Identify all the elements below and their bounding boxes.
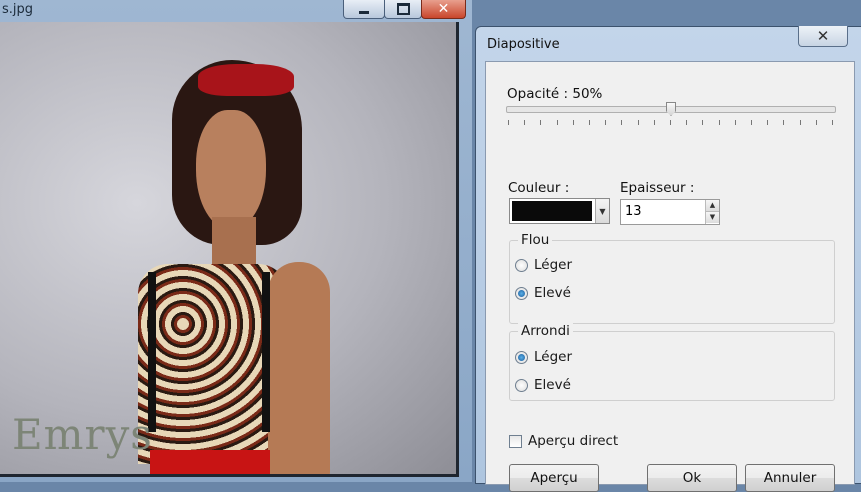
slider-tick [572, 120, 574, 125]
arrondi-group-title: Arrondi [518, 323, 573, 339]
dialog-title: Diapositive [487, 37, 560, 52]
photo-hair-bow [198, 64, 294, 96]
close-window-button[interactable]: ✕ [421, 0, 466, 19]
flou-option-eleve-label: Elevé [534, 285, 571, 301]
photo-arm [268, 262, 330, 474]
arrondi-option-eleve[interactable]: Elevé [515, 377, 571, 393]
chevron-down-icon[interactable]: ▼ [595, 199, 609, 223]
slider-tick [783, 120, 785, 125]
flou-group: Flou Léger Elevé [509, 232, 835, 324]
minimize-icon [359, 10, 369, 14]
radio-selected-icon[interactable] [515, 350, 528, 364]
arrondi-option-leger-label: Léger [534, 349, 573, 365]
opacity-label: Opacité : 50% [507, 86, 603, 102]
live-preview-label: Aperçu direct [528, 433, 619, 449]
slider-tick [767, 120, 769, 125]
color-label: Couleur : [508, 180, 570, 196]
slider-tick [686, 120, 688, 125]
thickness-stepper[interactable]: ▲ ▼ [620, 199, 720, 225]
slider-tick [751, 120, 752, 125]
dialog-close-button[interactable]: ✕ [798, 26, 848, 47]
slider-tick [799, 120, 801, 125]
slider-tick [556, 120, 558, 125]
photo-face [196, 110, 266, 230]
slider-tick [734, 120, 736, 125]
slider-tick [637, 120, 639, 125]
live-preview-checkbox[interactable] [509, 434, 522, 448]
arrondi-option-leger[interactable]: Léger [515, 349, 572, 365]
flou-option-leger-label: Léger [534, 257, 573, 273]
thickness-label: Epaisseur : [620, 180, 695, 196]
radio-icon[interactable] [515, 258, 528, 272]
flou-option-leger[interactable]: Léger [515, 257, 572, 273]
radio-icon[interactable] [515, 378, 528, 392]
cancel-button[interactable]: Annuler [745, 464, 835, 492]
diapositive-dialog: Diapositive ✕ Opacité : 50% Couleur : ▼ … [475, 26, 861, 492]
thickness-input[interactable] [621, 200, 705, 222]
color-dropdown[interactable]: ▼ [509, 198, 610, 224]
image-viewer-window: s.jpg ✕ Emrys [0, 0, 472, 482]
ok-button[interactable]: Ok [647, 464, 737, 492]
slider-tick [702, 120, 704, 125]
maximize-button[interactable] [384, 0, 422, 19]
maximize-icon [396, 3, 410, 15]
photo-skirt [150, 450, 270, 474]
close-icon: ✕ [816, 27, 830, 45]
slider-tick [508, 120, 509, 125]
flou-option-eleve[interactable]: Elevé [515, 285, 571, 301]
color-swatch [512, 201, 592, 221]
slider-tick [524, 120, 526, 125]
dialog-body: Opacité : 50% Couleur : ▼ Epaisseur : ▲ … [485, 61, 855, 492]
image-window-title: s.jpg [2, 2, 34, 17]
arrondi-group: Arrondi Léger Elevé [509, 323, 835, 401]
slider-tick [718, 120, 720, 125]
photo-canvas: Emrys [0, 22, 459, 477]
arrondi-option-eleve-label: Elevé [534, 377, 571, 393]
stepper-down-icon[interactable]: ▼ [706, 211, 719, 223]
slider-tick [621, 120, 623, 125]
minimize-button[interactable] [343, 0, 385, 19]
slider-tick [589, 120, 590, 125]
stepper-up-icon[interactable]: ▲ [706, 200, 719, 211]
photo-strap-right [262, 272, 270, 432]
opacity-slider-thumb[interactable] [666, 102, 676, 116]
close-icon: ✕ [437, 1, 450, 17]
preview-button[interactable]: Aperçu [509, 464, 599, 492]
slider-tick [540, 120, 542, 125]
slider-tick [605, 120, 607, 125]
watermark-text: Emrys [12, 410, 153, 459]
slider-tick [832, 120, 833, 125]
photo-strap-left [148, 272, 156, 432]
slider-tick [815, 120, 817, 125]
radio-selected-icon[interactable] [515, 286, 528, 300]
live-preview-checkbox-row[interactable]: Aperçu direct [509, 433, 618, 449]
slider-tick [670, 120, 671, 125]
slider-tick [653, 120, 655, 125]
flou-group-title: Flou [518, 232, 553, 248]
